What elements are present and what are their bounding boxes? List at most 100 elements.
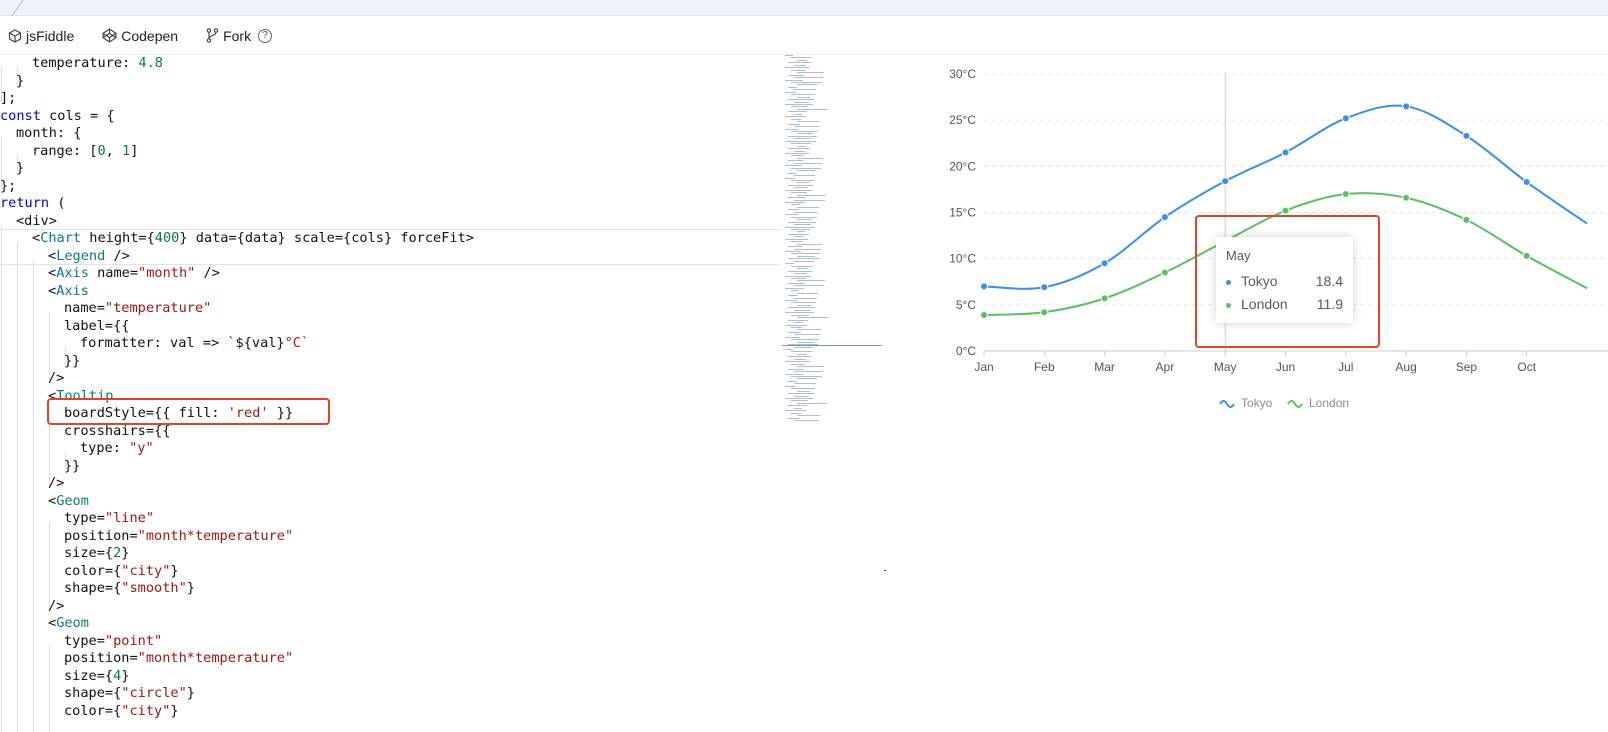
data-point-tokyo: [1341, 114, 1350, 123]
x-tick-label: Jun: [1276, 360, 1295, 374]
code-line: shape={"circle"}: [0, 685, 474, 715]
minimap-line: [788, 233, 809, 235]
code-line: <Axis: [0, 283, 474, 312]
minimap-line: [785, 128, 799, 130]
code-line: }}: [0, 458, 474, 487]
code-line: crosshairs={{: [0, 423, 474, 452]
data-point-london: [980, 310, 988, 319]
minimap-line: [791, 228, 810, 230]
code-token: }: [121, 545, 130, 561]
minimap-line: [794, 285, 824, 287]
minimap-line: [791, 339, 819, 341]
minimap-line: [797, 415, 820, 417]
code-token: }: [170, 562, 179, 579]
minimap-viewport[interactable]: [782, 345, 882, 346]
fork-button[interactable]: Fork ?: [206, 27, 273, 44]
codepen-icon: [102, 28, 117, 43]
code-token: (: [49, 195, 66, 211]
code-token: }: [16, 160, 25, 176]
fork-label: Fork: [223, 27, 252, 44]
minimap-line: [794, 383, 816, 385]
minimap-line: [785, 55, 793, 56]
minimap-line: [794, 273, 807, 275]
minimap-line: [788, 197, 806, 199]
minimap-line: [791, 94, 815, 96]
minimap-line: [794, 175, 815, 177]
minimap-line: [788, 380, 797, 382]
code-line: }}: [0, 353, 474, 382]
jsfiddle-button[interactable]: jsFiddle: [8, 28, 74, 44]
code-highlight-box: [47, 398, 330, 425]
minimap-line: [788, 417, 800, 419]
code-token: label={{: [64, 317, 130, 334]
minimap-line: [791, 375, 822, 377]
code-token: ]: [130, 142, 139, 159]
code-token: name=: [88, 265, 139, 281]
code-line: name="temperature": [0, 300, 474, 330]
minimap-line: [791, 351, 812, 353]
code-line: shape={"smooth"}: [0, 580, 474, 610]
code-token: month: {: [16, 125, 82, 141]
code-minimap[interactable]: [782, 55, 887, 435]
minimap-line: [797, 108, 827, 110]
minimap-line: [794, 322, 803, 324]
minimap-line: [794, 248, 821, 250]
browser-top-strip: [0, 0, 1608, 16]
code-line: type="line": [0, 510, 474, 540]
code-line: position="month*temperature": [0, 527, 474, 557]
cube-icon: [8, 28, 22, 43]
minimap-line: [785, 336, 800, 338]
minimap-line: [797, 194, 826, 196]
code-editor[interactable]: temperature: 4.8}]; const cols = {month: …: [0, 55, 780, 732]
data-point-london: [1462, 215, 1471, 224]
minimap-line: [794, 89, 816, 91]
code-line: color={"city"}: [0, 702, 474, 732]
code-token: "month*temperature": [137, 650, 294, 666]
minimap-line: [791, 400, 808, 402]
code-token: "city": [121, 702, 171, 719]
minimap-line: [797, 329, 821, 331]
code-token: type=: [64, 632, 105, 649]
code-token: />: [195, 265, 220, 281]
code-token: formatter: val =>: [80, 335, 228, 351]
minimap-line: [788, 99, 814, 101]
minimap-line: [794, 64, 806, 66]
x-tick-label: Jan: [974, 360, 993, 374]
code-line: />: [0, 370, 474, 400]
help-icon[interactable]: ?: [258, 28, 273, 43]
code-token: shape={: [64, 685, 122, 701]
data-point-tokyo: [1040, 283, 1049, 292]
minimap-line: [785, 91, 796, 93]
code-line: const cols = {: [0, 108, 474, 126]
minimap-line: [797, 353, 807, 355]
code-line: <div>: [0, 213, 474, 242]
code-token: position=: [64, 527, 138, 544]
jsfiddle-label: jsFiddle: [26, 27, 75, 44]
minimap-line: [797, 206, 819, 208]
legend-marker-london: [1287, 400, 1303, 408]
code-line: formatter: val => `${val}°C`: [0, 335, 474, 365]
code-line: ];: [0, 90, 474, 108]
code-line: return (: [0, 195, 474, 213]
minimap-line: [791, 118, 801, 120]
data-point-tokyo: [1100, 259, 1109, 268]
minimap-line: [788, 319, 808, 321]
code-content[interactable]: temperature: 4.8}]; const cols = {month: …: [0, 55, 474, 732]
code-token: Geom: [56, 615, 89, 631]
minimap-line: [797, 255, 815, 257]
minimap-line: [785, 275, 811, 277]
minimap-line: [797, 84, 817, 86]
minimap-line: [797, 59, 807, 61]
minimap-line: [791, 314, 809, 316]
minimap-line: [791, 81, 822, 83]
minimap-line: [785, 398, 813, 399]
minimap-line: [788, 184, 813, 186]
codepen-button[interactable]: Codepen: [102, 28, 178, 44]
code-token: 1: [122, 142, 131, 159]
minimap-line: [791, 192, 807, 194]
x-tick-label: Mar: [1094, 360, 1115, 374]
minimap-line: [794, 346, 813, 348]
minimap-line: [791, 216, 817, 218]
code-token: }: [170, 702, 179, 719]
minimap-line: [794, 101, 809, 103]
